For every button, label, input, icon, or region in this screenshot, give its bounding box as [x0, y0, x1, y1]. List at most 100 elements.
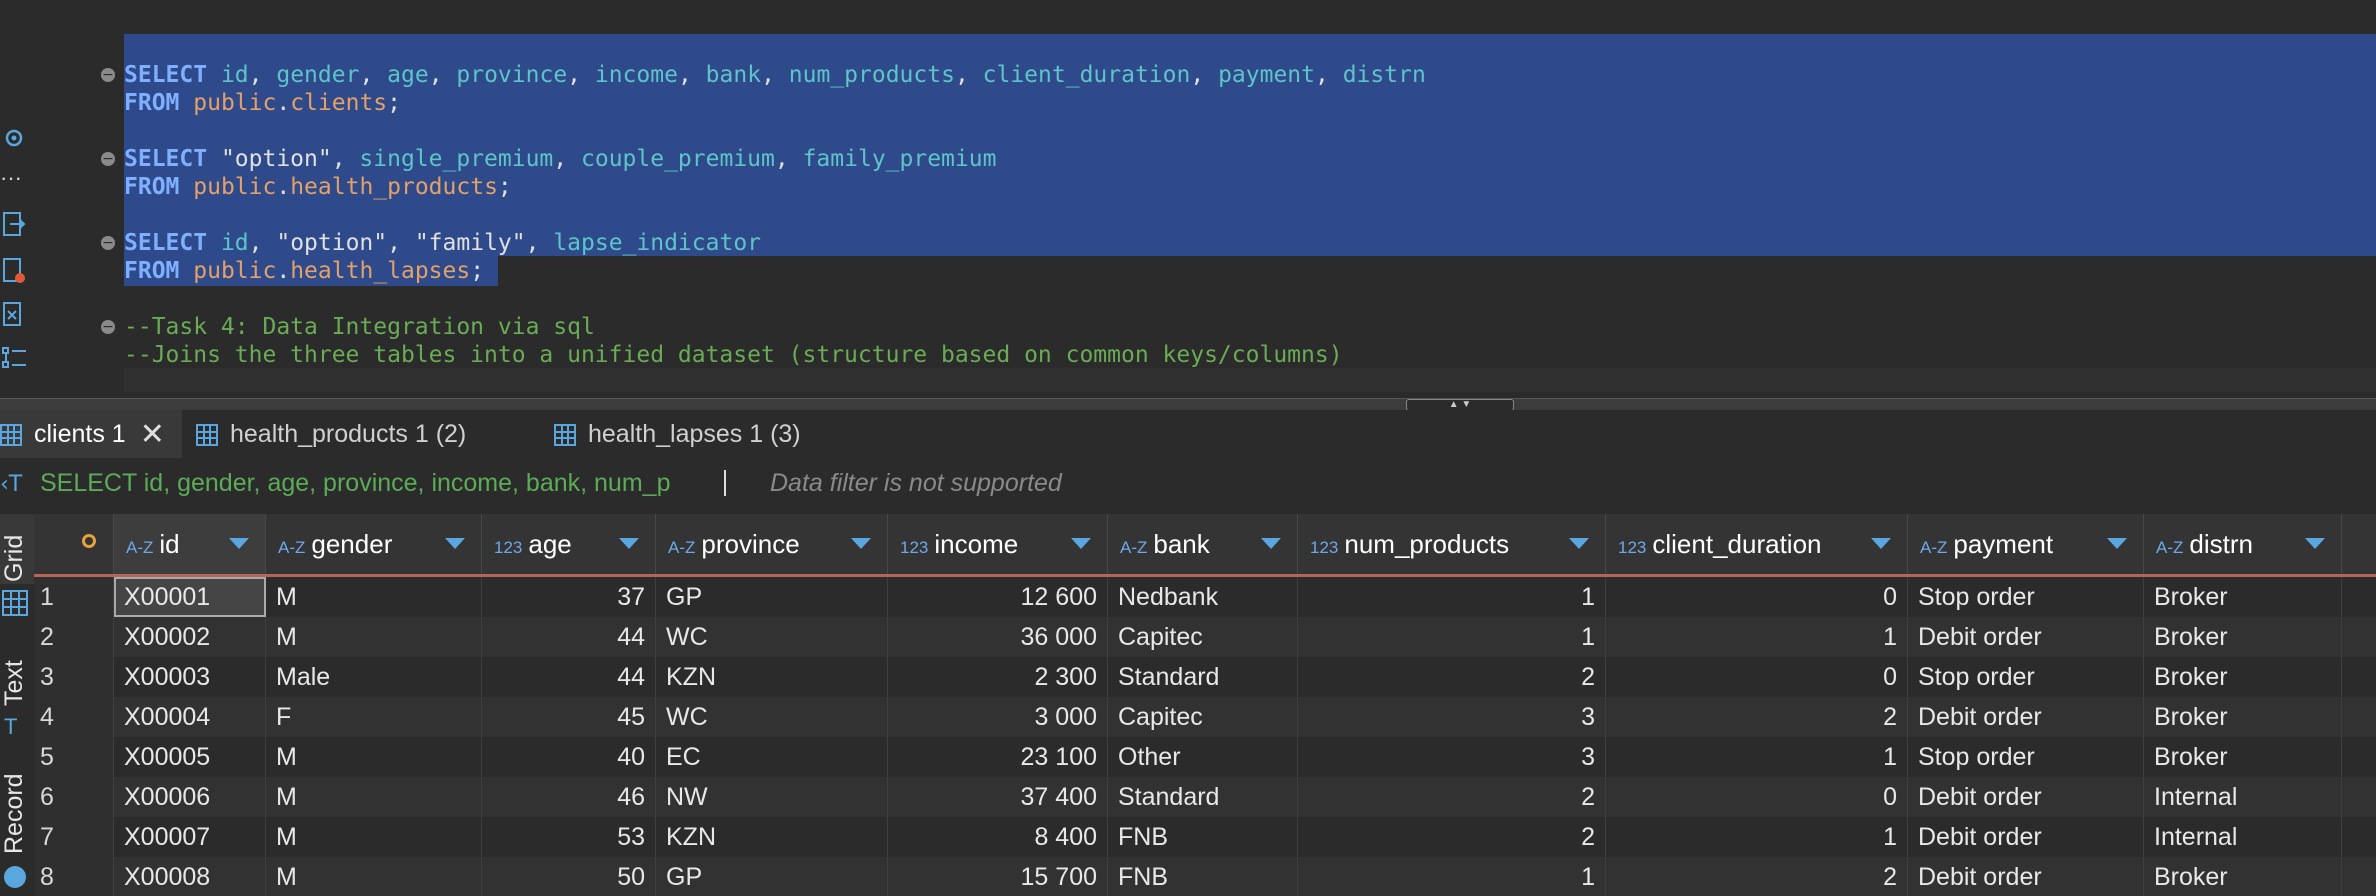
- table-row[interactable]: 8 X00008 M 50 GP 15 700 FNB 1 2 Debit order Broker: [34, 857, 2376, 896]
- row-number[interactable]: 4: [34, 697, 114, 737]
- cell-gender[interactable]: M: [266, 857, 482, 896]
- cell-distrn[interactable]: Broker: [2144, 857, 2342, 896]
- cell-client-duration[interactable]: 0: [1606, 777, 1908, 817]
- cell-province[interactable]: EC: [656, 737, 888, 777]
- cell-id[interactable]: X00006: [114, 777, 266, 817]
- row-number[interactable]: 5: [34, 737, 114, 777]
- editor-horizontal-scrollbar[interactable]: [124, 368, 2376, 392]
- cell-distrn[interactable]: Broker: [2144, 617, 2342, 657]
- select-all-icon[interactable]: [82, 534, 96, 548]
- view-tab-text[interactable]: Text: [0, 644, 34, 714]
- cell-distrn[interactable]: Broker: [2144, 697, 2342, 737]
- cell-province[interactable]: KZN: [656, 657, 888, 697]
- cell-bank[interactable]: Capitec: [1108, 617, 1298, 657]
- results-grid[interactable]: A-Z id A-Z gender 123 age A-Z province 123 income…: [34, 514, 2376, 896]
- cell-num-products[interactable]: 2: [1298, 657, 1606, 697]
- filter-input[interactable]: SELECT id, gender, age, province, income…: [40, 458, 730, 508]
- text-format-icon[interactable]: T: [4, 714, 17, 740]
- cell-age[interactable]: 44: [482, 617, 656, 657]
- cell-province[interactable]: KZN: [656, 817, 888, 857]
- cell-gender[interactable]: M: [266, 817, 482, 857]
- cell-age[interactable]: 44: [482, 657, 656, 697]
- cell-num-products[interactable]: 1: [1298, 577, 1606, 617]
- cell-client-duration[interactable]: 1: [1606, 817, 1908, 857]
- row-number[interactable]: 1: [34, 577, 114, 617]
- cell-gender[interactable]: M: [266, 777, 482, 817]
- cell-bank[interactable]: Standard: [1108, 777, 1298, 817]
- cell-bank[interactable]: Standard: [1108, 657, 1298, 697]
- cell-gender[interactable]: M: [266, 737, 482, 777]
- cell-num-products[interactable]: 3: [1298, 737, 1606, 777]
- fold-toggle-icon[interactable]: −: [101, 236, 115, 250]
- cell-distrn[interactable]: Broker: [2144, 577, 2342, 617]
- table-row[interactable]: 6 X00006 M 46 NW 37 400 Standard 2 0 Debit order I…: [34, 777, 2376, 817]
- cell-client-duration[interactable]: 0: [1606, 657, 1908, 697]
- view-tab-record[interactable]: Record: [0, 754, 34, 854]
- sort-filter-dropdown-icon[interactable]: [229, 538, 249, 549]
- column-header-distrn[interactable]: A-Z distrn: [2144, 514, 2342, 574]
- column-header-gender[interactable]: A-Z gender: [266, 514, 482, 574]
- cell-gender[interactable]: M: [266, 617, 482, 657]
- sort-filter-dropdown-icon[interactable]: [2305, 538, 2325, 549]
- cell-bank[interactable]: FNB: [1108, 817, 1298, 857]
- table-row[interactable]: 5 X00005 M 40 EC 23 100 Other 3 1 Stop order Broke…: [34, 737, 2376, 777]
- cell-income[interactable]: 15 700: [888, 857, 1108, 896]
- cell-id[interactable]: X00003: [114, 657, 266, 697]
- row-number[interactable]: 6: [34, 777, 114, 817]
- sort-filter-dropdown-icon[interactable]: [1569, 538, 1589, 549]
- filter-text-icon[interactable]: ‹T: [0, 472, 22, 497]
- cell-age[interactable]: 50: [482, 857, 656, 896]
- row-number[interactable]: 2: [34, 617, 114, 657]
- cell-num-products[interactable]: 1: [1298, 857, 1606, 896]
- row-number[interactable]: 8: [34, 857, 114, 896]
- column-header-age[interactable]: 123 age: [482, 514, 656, 574]
- close-icon[interactable]: ✕: [140, 411, 165, 459]
- sort-filter-dropdown-icon[interactable]: [619, 538, 639, 549]
- cell-age[interactable]: 46: [482, 777, 656, 817]
- cell-client-duration[interactable]: 2: [1606, 857, 1908, 896]
- cell-client-duration[interactable]: 1: [1606, 617, 1908, 657]
- cell-num-products[interactable]: 3: [1298, 697, 1606, 737]
- view-tab-grid[interactable]: Grid: [0, 514, 34, 584]
- cell-id[interactable]: X00002: [114, 617, 266, 657]
- cell-bank[interactable]: Capitec: [1108, 697, 1298, 737]
- cell-province[interactable]: WC: [656, 697, 888, 737]
- cell-income[interactable]: 3 000: [888, 697, 1108, 737]
- cell-distrn[interactable]: Broker: [2144, 737, 2342, 777]
- cell-income[interactable]: 37 400: [888, 777, 1108, 817]
- cell-gender[interactable]: Male: [266, 657, 482, 697]
- cell-payment[interactable]: Debit order: [1908, 697, 2144, 737]
- cell-payment[interactable]: Debit order: [1908, 777, 2144, 817]
- grid-icon[interactable]: [2, 590, 28, 616]
- cell-payment[interactable]: Stop order: [1908, 657, 2144, 697]
- cell-gender[interactable]: F: [266, 697, 482, 737]
- table-row[interactable]: 7 X00007 M 53 KZN 8 400 FNB 2 1 Debit order Intern…: [34, 817, 2376, 857]
- cell-id[interactable]: X00001: [114, 577, 266, 617]
- cell-num-products[interactable]: 2: [1298, 817, 1606, 857]
- table-row[interactable]: 4 X00004 F 45 WC 3 000 Capitec 3 2 Debit order Bro…: [34, 697, 2376, 737]
- column-header-payment[interactable]: A-Z payment: [1908, 514, 2144, 574]
- cell-age[interactable]: 40: [482, 737, 656, 777]
- sort-filter-dropdown-icon[interactable]: [445, 538, 465, 549]
- column-header-num-products[interactable]: 123 num_products: [1298, 514, 1606, 574]
- cell-id[interactable]: X00007: [114, 817, 266, 857]
- cell-num-products[interactable]: 1: [1298, 617, 1606, 657]
- tab-clients[interactable]: clients 1 ✕: [0, 410, 182, 458]
- column-header-bank[interactable]: A-Z bank: [1108, 514, 1298, 574]
- cell-payment[interactable]: Debit order: [1908, 857, 2144, 896]
- cell-income[interactable]: 23 100: [888, 737, 1108, 777]
- row-number-header[interactable]: [34, 514, 114, 574]
- tab-health-products[interactable]: health_products 1 (2): [196, 410, 526, 458]
- table-row[interactable]: 3 X00003 Male 44 KZN 2 300 Standard 2 0 Stop orde…: [34, 657, 2376, 697]
- cell-id[interactable]: X00008: [114, 857, 266, 896]
- cell-income[interactable]: 2 300: [888, 657, 1108, 697]
- cell-income[interactable]: 8 400: [888, 817, 1108, 857]
- cell-distrn[interactable]: Internal: [2144, 817, 2342, 857]
- cell-id[interactable]: X00005: [114, 737, 266, 777]
- cell-gender[interactable]: M: [266, 577, 482, 617]
- cell-province[interactable]: GP: [656, 857, 888, 896]
- tab-health-lapses[interactable]: health_lapses 1 (3): [554, 410, 854, 458]
- sort-filter-dropdown-icon[interactable]: [1871, 538, 1891, 549]
- row-number[interactable]: 7: [34, 817, 114, 857]
- cell-age[interactable]: 45: [482, 697, 656, 737]
